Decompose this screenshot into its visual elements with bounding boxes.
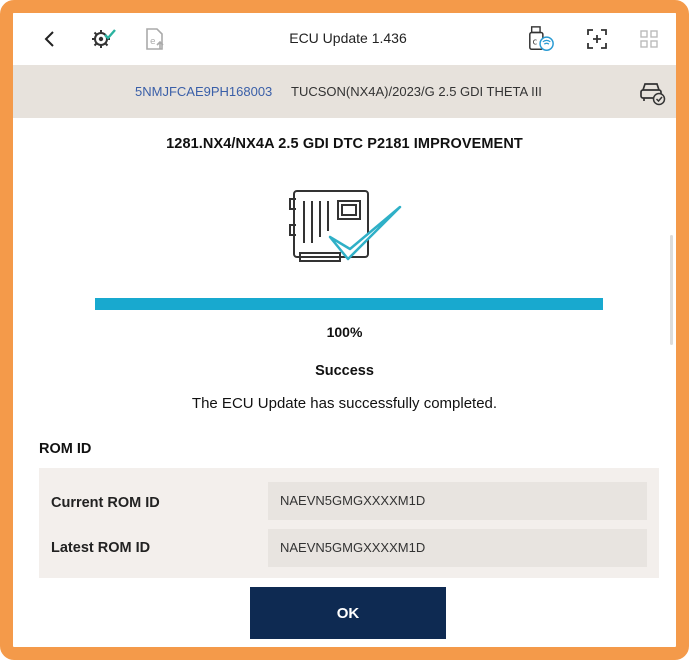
scrollbar[interactable] <box>670 235 673 345</box>
latest-rom-label: Latest ROM ID <box>51 540 151 556</box>
status-text: Success <box>315 363 374 379</box>
grid-icon[interactable] <box>635 25 663 53</box>
progress-fill <box>95 298 603 310</box>
back-chevron-icon[interactable] <box>35 25 63 53</box>
current-rom-label: Current ROM ID <box>51 495 160 511</box>
top-bar: e ECU Update 1.436 c <box>13 13 676 65</box>
vehicle-check-icon[interactable] <box>638 78 666 106</box>
vehicle-info-bar: 5NMJFCAE9PH168003 TUCSON(NX4A)/2023/G 2.… <box>13 65 676 118</box>
current-rom-value: NAEVN5GMGXXXXM1D <box>268 482 647 520</box>
vin-number[interactable]: 5NMJFCAE9PH168003 <box>135 84 272 99</box>
rom-id-heading: ROM ID <box>39 441 92 457</box>
svg-text:e: e <box>150 37 156 47</box>
page-title: ECU Update 1.436 <box>289 30 407 46</box>
usb-wifi-icon[interactable]: c <box>527 25 555 53</box>
ecu-success-icon <box>286 179 406 279</box>
update-title: 1281.NX4/NX4A 2.5 GDI DTC P2181 IMPROVEM… <box>166 136 523 152</box>
expand-icon[interactable] <box>583 25 611 53</box>
ok-button[interactable]: OK <box>250 587 446 639</box>
progress-percent: 100% <box>326 324 363 340</box>
status-message: The ECU Update has successfully complete… <box>191 395 498 412</box>
latest-rom-value: NAEVN5GMGXXXXM1D <box>268 529 647 567</box>
app-frame: e ECU Update 1.436 c 5NMJFCAE9PH168003 T… <box>0 0 689 660</box>
svg-text:c: c <box>533 37 538 47</box>
document-upload-icon[interactable]: e <box>141 25 169 53</box>
gear-check-icon[interactable] <box>89 25 117 53</box>
progress-bar <box>95 298 603 310</box>
rom-id-table: Current ROM ID NAEVN5GMGXXXXM1D Latest R… <box>39 468 659 578</box>
vehicle-model: TUCSON(NX4A)/2023/G 2.5 GDI THETA III <box>291 84 542 99</box>
